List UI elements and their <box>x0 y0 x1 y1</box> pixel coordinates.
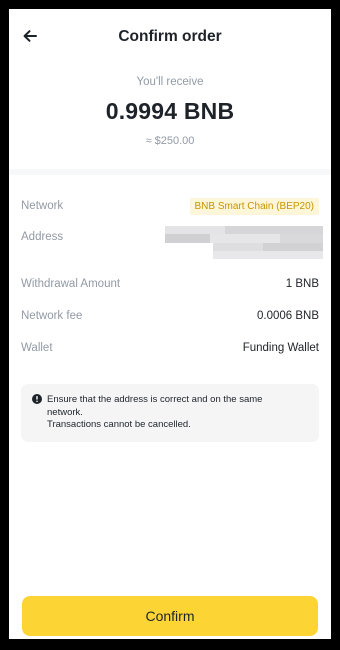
address-label: Address <box>21 231 64 243</box>
header: Confirm order <box>9 9 331 65</box>
wallet-label: Wallet <box>21 342 53 354</box>
receive-label: You'll receive <box>136 76 204 88</box>
warning-notice: Ensure that the address is correct and o… <box>21 384 319 442</box>
confirm-button[interactable]: Confirm <box>22 596 318 636</box>
receive-fiat-value: ≈ $250.00 <box>145 135 195 147</box>
withdrawal-amount-value: 1 BNB <box>285 278 319 290</box>
page-title: Confirm order <box>118 28 222 45</box>
network-fee-value: 0.0006 BNB <box>256 310 319 322</box>
network-badge: BNB Smart Chain (BEP20) <box>189 198 319 215</box>
wallet-value: Funding Wallet <box>242 342 319 354</box>
section-divider <box>9 169 331 175</box>
warning-line-irreversible: Transactions cannot be cancelled. <box>47 419 191 430</box>
network-label: Network <box>21 200 64 212</box>
address-value-blurred <box>165 226 323 259</box>
warning-line-address: Ensure that the address is correct and o… <box>47 394 263 418</box>
withdrawal-amount-label: Withdrawal Amount <box>21 278 121 290</box>
confirm-order-screen: Confirm order You'll receive 0.9994 BNB … <box>9 9 331 639</box>
warning-text: Ensure that the address is correct and o… <box>47 394 283 432</box>
receive-amount: 0.9994 BNB <box>105 98 235 124</box>
exclamation-circle-icon <box>32 394 42 404</box>
network-fee-label: Network fee <box>21 310 83 322</box>
